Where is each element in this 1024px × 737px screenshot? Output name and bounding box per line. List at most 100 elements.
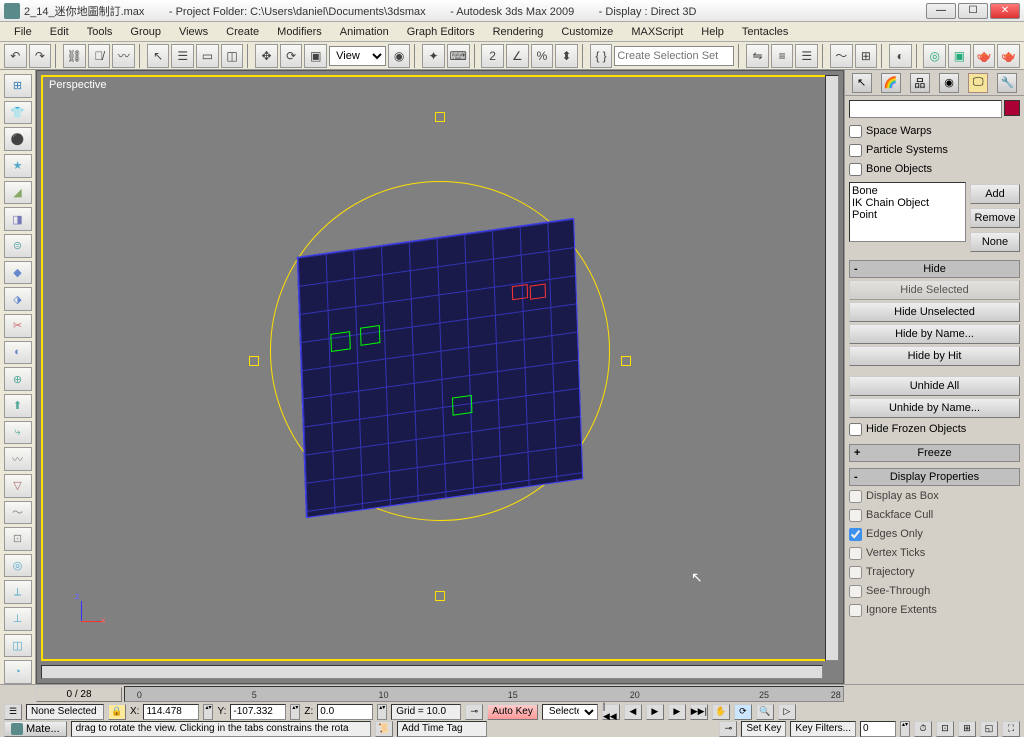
minimize-button[interactable]: — (926, 3, 956, 19)
snap-2d-button[interactable]: 2 (481, 44, 504, 68)
play-button[interactable]: ▶ (646, 704, 664, 720)
spinner-snap-button[interactable]: ⬍ (555, 44, 578, 68)
tool-morph-icon[interactable]: ◔ (4, 660, 32, 684)
goto-start-button[interactable]: |◀◀ (602, 704, 620, 720)
menu-file[interactable]: File (6, 24, 40, 40)
nav-fov-button[interactable]: ▷ (778, 704, 796, 720)
material-editor-button[interactable]: ◐ (889, 44, 912, 68)
next-frame-button[interactable]: ▶ (668, 704, 686, 720)
dispprop-checkbox-6[interactable] (849, 604, 862, 617)
time-ruler[interactable]: 0 5 10 15 20 25 28 (124, 686, 844, 702)
y-input[interactable] (230, 704, 286, 720)
tool-extrude-icon[interactable]: ⬆ (4, 394, 32, 418)
render-setup-button[interactable]: ◎ (923, 44, 946, 68)
quick-render-button[interactable]: 🫖 (997, 44, 1020, 68)
tab-panel-patch-icon[interactable]: ◢ (4, 181, 32, 205)
arc-handle-top[interactable] (435, 112, 445, 122)
tool-bend-icon[interactable]: ⤷ (4, 421, 32, 445)
autokey-button[interactable]: Auto Key (487, 704, 538, 720)
helper-type-list[interactable]: Bone IK Chain Object Point (849, 182, 966, 242)
prev-frame-button[interactable]: ◀ (624, 704, 642, 720)
redo-button[interactable]: ↷ (29, 44, 52, 68)
menu-modifiers[interactable]: Modifiers (269, 24, 330, 40)
select-region-button[interactable]: ▭ (196, 44, 219, 68)
z-spinner[interactable]: ▴▾ (377, 704, 387, 720)
dispprop-checkbox-5[interactable] (849, 585, 862, 598)
list-item[interactable]: Point (852, 209, 963, 221)
nav-zoom-button[interactable]: 🔍 (756, 704, 774, 720)
rotate-button[interactable]: ⟳ (280, 44, 303, 68)
unlink-button[interactable]: ⛓̸ (88, 44, 111, 68)
tool-edit-mesh-icon[interactable]: ◆ (4, 261, 32, 285)
named-sel-button[interactable]: { } (590, 44, 613, 68)
bind-spacewarp-button[interactable]: 〰 (112, 44, 135, 68)
close-button[interactable]: ✕ (990, 3, 1020, 19)
align-button[interactable]: ≡ (771, 44, 794, 68)
select-by-name-button[interactable]: ☰ (171, 44, 194, 68)
dispprop-checkbox-2[interactable] (849, 528, 862, 541)
ref-coord-dropdown[interactable]: View (329, 46, 386, 66)
tool-slice-icon[interactable]: ✂ (4, 314, 32, 338)
tab-panel-compound-icon[interactable]: ⚫ (4, 127, 32, 151)
remove-button[interactable]: Remove (970, 208, 1020, 228)
list-item[interactable]: IK Chain Object (852, 197, 963, 209)
tool-lathe-icon[interactable]: ⊕ (4, 367, 32, 391)
snap-angle-button[interactable]: ∠ (506, 44, 529, 68)
hierarchy-tab[interactable]: 品 (910, 73, 930, 93)
none-button[interactable]: None (970, 232, 1020, 252)
mirror-button[interactable]: ⇋ (746, 44, 769, 68)
selection-set-input[interactable] (614, 46, 734, 66)
unhide-all-button[interactable]: Unhide All (849, 376, 1020, 396)
time-slider[interactable]: 0 / 28 (36, 687, 122, 702)
move-button[interactable]: ✥ (255, 44, 278, 68)
select-button[interactable]: ↖ (147, 44, 170, 68)
viewport-area[interactable]: Perspective x z ↖ (36, 70, 844, 684)
window-crossing-button[interactable]: ◫ (221, 44, 244, 68)
menu-maxscript[interactable]: MAXScript (623, 24, 691, 40)
bone-objects-checkbox[interactable] (849, 163, 862, 176)
setkey-label[interactable]: Set Key (741, 721, 786, 737)
add-time-tag[interactable]: Add Time Tag (397, 721, 487, 737)
manipulate-button[interactable]: ✦ (422, 44, 445, 68)
nav-region-button[interactable]: ◱ (980, 721, 998, 737)
menu-graph-editors[interactable]: Graph Editors (399, 24, 483, 40)
hide-by-name-button[interactable]: Hide by Name... (849, 324, 1020, 344)
utilities-tab[interactable]: 🔧 (997, 73, 1017, 93)
search-input[interactable] (849, 100, 1002, 118)
rendered-frame-button[interactable]: ▣ (948, 44, 971, 68)
list-item[interactable]: Bone (852, 185, 963, 197)
track-bar-button[interactable]: ☰ (4, 704, 22, 720)
arc-handle-left[interactable] (249, 356, 259, 366)
keymode-button[interactable]: ⊸ (465, 704, 483, 720)
menu-tools[interactable]: Tools (79, 24, 121, 40)
tab-panel-nurbs-icon[interactable]: ◨ (4, 207, 32, 231)
tool-shell-icon[interactable]: ◎ (4, 554, 32, 578)
snap-percent-button[interactable]: % (531, 44, 554, 68)
keyfilter-dropdown[interactable]: Selected (542, 704, 598, 720)
create-tab[interactable]: ↖ (852, 73, 872, 93)
tool-skin-icon[interactable]: ◫ (4, 634, 32, 658)
pivot-button[interactable]: ◉ (388, 44, 411, 68)
arc-handle-bottom[interactable] (435, 591, 445, 601)
time-config-button[interactable]: ⏱ (914, 721, 932, 737)
frame-spinner[interactable]: ▴▾ (900, 721, 910, 737)
tool-cap-icon[interactable]: ◐ (4, 341, 32, 365)
dispprop-checkbox-3[interactable] (849, 547, 862, 560)
layer-button[interactable]: ☰ (795, 44, 818, 68)
menu-customize[interactable]: Customize (553, 24, 621, 40)
goto-end-button[interactable]: ▶▶| (690, 704, 708, 720)
menu-edit[interactable]: Edit (42, 24, 77, 40)
dispprop-checkbox-4[interactable] (849, 566, 862, 579)
tab-panel-dynamics-icon[interactable]: ⊜ (4, 234, 32, 258)
modify-tab[interactable]: 🌈 (881, 73, 901, 93)
maximize-button[interactable]: ☐ (958, 3, 988, 19)
tool-edit-poly-icon[interactable]: ⬗ (4, 287, 32, 311)
freeze-rollout[interactable]: +Freeze (849, 444, 1020, 462)
z-input[interactable] (317, 704, 373, 720)
y-spinner[interactable]: ▴▾ (290, 704, 300, 720)
object-color-swatch[interactable] (1004, 100, 1020, 116)
tool-twist-icon[interactable]: 〰 (4, 447, 32, 471)
dispprop-checkbox-1[interactable] (849, 509, 862, 522)
particle-systems-checkbox[interactable] (849, 144, 862, 157)
tab-panel-standard-icon[interactable]: ⊞ (4, 74, 32, 98)
